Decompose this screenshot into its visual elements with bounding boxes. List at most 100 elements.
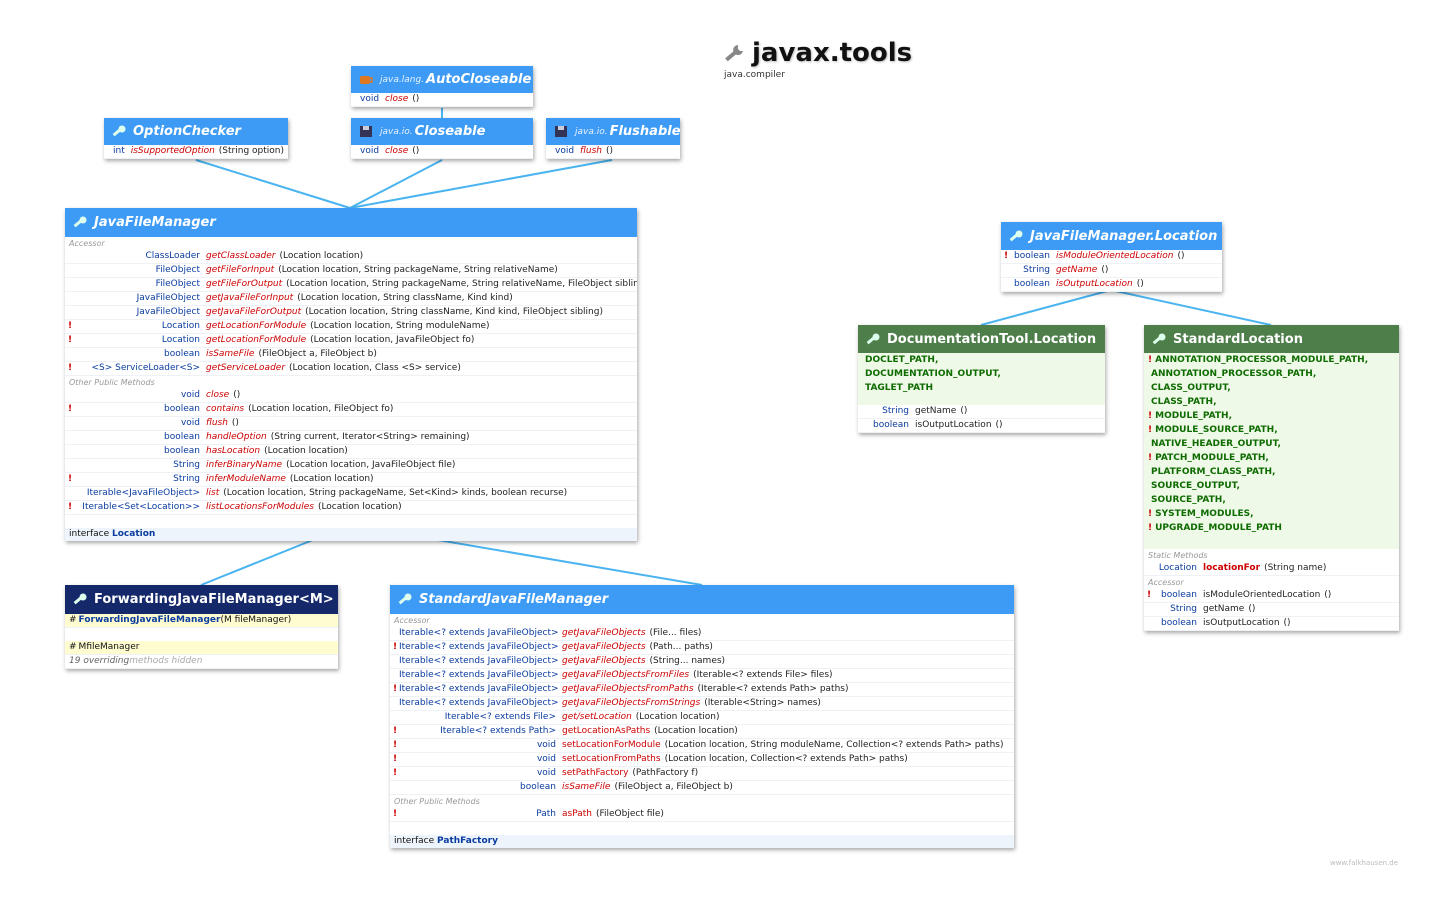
member-row[interactable]: void close () [351, 93, 533, 107]
member-row[interactable]: boolean isOutputLocation () [1001, 278, 1222, 292]
member-row[interactable]: ClassLoader getClassLoader (Location loca… [65, 250, 637, 264]
member-row[interactable]: ! Location getLocationForModule (Location … [65, 334, 637, 348]
closeable-header[interactable]: java.io. Closeable [351, 118, 533, 145]
optionchecker-box[interactable]: OptionChecker int isSupportedOption (Stri… [104, 118, 288, 159]
forwarding-constructor[interactable]: # ForwardingJavaFileManager (M fileManage… [65, 614, 338, 628]
enum-constant[interactable]: CLASS_PATH, [1144, 395, 1399, 409]
credit-link[interactable]: www.falkhausen.de [1330, 859, 1398, 867]
member-row[interactable]: ! boolean contains (Location location, Fil… [65, 403, 637, 417]
member-row[interactable]: String getName () [1144, 603, 1399, 617]
member-row[interactable]: ! void setLocationFromPaths (Location loca… [390, 753, 1014, 767]
nested-pathfactory-link[interactable]: PathFactory [437, 836, 498, 846]
enum-constant[interactable]: ! ANNOTATION_PROCESSOR_MODULE_PATH, [1144, 353, 1399, 367]
flushable-header[interactable]: java.io. Flushable [546, 118, 680, 145]
member-type: void [360, 146, 380, 156]
doclocation-box[interactable]: DocumentationTool.Location DOCLET_PATH, D… [858, 325, 1105, 433]
forwarding-header[interactable]: ForwardingJavaFileManager<M> [65, 585, 338, 614]
enum-constant[interactable]: SOURCE_OUTPUT, [1144, 479, 1399, 493]
member-row[interactable]: ! boolean isModuleOrientedLocation () [1144, 589, 1399, 603]
enum-constant[interactable]: DOCLET_PATH, [858, 353, 1105, 367]
member-row[interactable]: ! String inferModuleName (Location locatio… [65, 473, 637, 487]
enum-constant[interactable]: ! SYSTEM_MODULES, [1144, 507, 1399, 521]
stdlocation-header[interactable]: StandardLocation [1144, 325, 1399, 353]
enum-constant[interactable]: ! MODULE_SOURCE_PATH, [1144, 423, 1399, 437]
enum-constant[interactable]: PLATFORM_CLASS_PATH, [1144, 465, 1399, 479]
member-row[interactable]: String inferBinaryName (Location location… [65, 459, 637, 473]
member-row[interactable]: int isSupportedOption (String option) [104, 145, 288, 159]
enum-constant[interactable]: DOCUMENTATION_OUTPUT, [858, 367, 1105, 381]
member-row[interactable]: void flush () [65, 417, 637, 431]
nested-location-link[interactable]: Location [112, 529, 155, 539]
member-row[interactable]: void close () [351, 145, 533, 159]
member-row[interactable]: void close () [65, 389, 637, 403]
enum-constant[interactable]: ! UPGRADE_MODULE_PATH [1144, 521, 1399, 535]
member-row[interactable]: boolean isOutputLocation () [858, 419, 1105, 433]
doclocation-header[interactable]: DocumentationTool.Location [858, 325, 1105, 353]
flushable-box[interactable]: java.io. Flushable void flush () [546, 118, 680, 159]
new-member-marker [390, 711, 399, 724]
member-row[interactable]: FileObject getFileForOutput (Location loc… [65, 278, 637, 292]
member-row[interactable]: Iterable<JavaFileObject> list (Location l… [65, 487, 637, 501]
member-row[interactable]: FileObject getFileForInput (Location loca… [65, 264, 637, 278]
member-name: getJavaFileObjects [562, 642, 646, 652]
javafilemanager-header[interactable]: JavaFileManager [65, 208, 637, 237]
enum-constant[interactable]: ANNOTATION_PROCESSOR_PATH, [1144, 367, 1399, 381]
member-row[interactable]: JavaFileObject getJavaFileForInput (Locat… [65, 292, 637, 306]
member-row[interactable]: ! Iterable<? extends Path> getLocationAsPa… [390, 725, 1014, 739]
member-row[interactable]: boolean isSameFile (FileObject a, FileObj… [65, 348, 637, 362]
new-member-marker [65, 487, 74, 500]
location-box[interactable]: JavaFileManager.Location ! boolean isModul… [1001, 222, 1222, 292]
member-row[interactable]: void flush () [546, 145, 680, 159]
member-args: (Location location) [279, 251, 364, 261]
autocloseable-header[interactable]: java.lang. AutoCloseable [351, 66, 533, 93]
member-row[interactable]: String getName () [1001, 264, 1222, 278]
forwarding-box[interactable]: ForwardingJavaFileManager<M> # Forwarding… [65, 585, 338, 669]
member-row[interactable]: boolean handleOption (String current, Ite… [65, 431, 637, 445]
enum-constant[interactable]: ! PATCH_MODULE_PATH, [1144, 451, 1399, 465]
member-row[interactable]: boolean isSameFile (FileObject a, FileObj… [390, 781, 1014, 795]
member-row[interactable]: ! Path asPath (FileObject file) [390, 808, 1014, 822]
member-row[interactable]: ! Iterable<? extends JavaFileObject> getJa… [390, 683, 1014, 697]
enum-constant[interactable]: NATIVE_HEADER_OUTPUT, [1144, 437, 1399, 451]
enum-constant[interactable]: CLASS_OUTPUT, [1144, 381, 1399, 395]
member-row[interactable]: boolean hasLocation (Location location) [65, 445, 637, 459]
member-row[interactable]: ! <S> ServiceLoader<S> getServiceLoader (L… [65, 362, 637, 376]
standardjfm-box[interactable]: StandardJavaFileManager Accessor Iterable… [390, 585, 1014, 848]
section-label: Other Public Methods [394, 797, 480, 806]
enum-constant[interactable]: TAGLET_PATH [858, 381, 1105, 395]
standardjfm-header[interactable]: StandardJavaFileManager [390, 585, 1014, 614]
enum-constant[interactable]: SOURCE_PATH, [1144, 493, 1399, 507]
new-member-marker [65, 431, 74, 444]
member-row[interactable]: Iterable<? extends File> get/setLocation … [390, 711, 1014, 725]
member-row[interactable]: Iterable<? extends JavaFileObject> getJav… [390, 697, 1014, 711]
stdlocation-box[interactable]: StandardLocation ! ANNOTATION_PROCESSOR_M… [1144, 325, 1399, 631]
member-row[interactable]: Iterable<? extends JavaFileObject> getJav… [390, 655, 1014, 669]
enum-constant[interactable]: ! MODULE_PATH, [1144, 409, 1399, 423]
forwarding-field[interactable]: # M fileManager [65, 641, 338, 655]
member-row[interactable]: ! void setLocationForModule (Location loca… [390, 739, 1014, 753]
member-name: getLocationForModule [206, 321, 307, 331]
member-row[interactable]: ! boolean isModuleOrientedLocation () [1001, 250, 1222, 264]
member-row[interactable]: JavaFileObject getJavaFileForOutput (Loca… [65, 306, 637, 320]
member-args: () [412, 94, 420, 104]
wrench-icon [1152, 333, 1167, 346]
member-row[interactable]: ! Iterable<Set<Location>> listLocationsFor… [65, 501, 637, 515]
javafilemanager-box[interactable]: JavaFileManager Accessor ClassLoader getCl… [65, 208, 637, 541]
closeable-box[interactable]: java.io. Closeable void close () [351, 118, 533, 159]
autocloseable-box[interactable]: java.lang. AutoCloseable void close () [351, 66, 533, 107]
member-type: Iterable<? extends JavaFileObject> [399, 670, 559, 680]
member-row[interactable]: String getName () [858, 405, 1105, 419]
location-header[interactable]: JavaFileManager.Location [1001, 222, 1222, 250]
wrench-icon [73, 216, 88, 229]
member-row[interactable]: Iterable<? extends JavaFileObject> getJav… [390, 627, 1014, 641]
member-row[interactable]: ! Location getLocationForModule (Location … [65, 320, 637, 334]
member-row[interactable]: boolean isOutputLocation () [1144, 617, 1399, 631]
member-row[interactable]: Location locationFor (String name) [1144, 562, 1399, 576]
member-row[interactable]: Iterable<? extends JavaFileObject> getJav… [390, 669, 1014, 683]
member-type: void [555, 146, 575, 156]
new-member-marker [546, 145, 555, 158]
optionchecker-header[interactable]: OptionChecker [104, 118, 288, 145]
member-row[interactable]: ! void setPathFactory (PathFactory f) [390, 767, 1014, 781]
new-member-marker [858, 405, 867, 418]
member-row[interactable]: ! Iterable<? extends JavaFileObject> getJa… [390, 641, 1014, 655]
